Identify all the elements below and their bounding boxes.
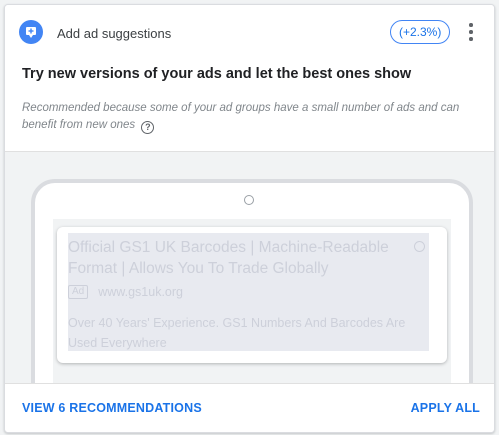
apply-all-button[interactable]: APPLY ALL <box>411 384 480 432</box>
info-icon <box>414 241 425 252</box>
ad-url-row: Ad www.gs1uk.org <box>68 283 183 301</box>
recommendation-card: Add ad suggestions (+2.3%) Try new versi… <box>4 4 495 433</box>
ad-preview-card: Official GS1 UK Barcodes | Machine-Reada… <box>57 227 447 363</box>
ad-label-badge: Ad <box>68 285 89 299</box>
reason-text: Recommended because some of your ad grou… <box>22 102 460 131</box>
phone-screen: Official GS1 UK Barcodes | Machine-Reada… <box>53 219 451 384</box>
more-vert-icon[interactable] <box>463 20 479 44</box>
card-footer: VIEW 6 RECOMMENDATIONS APPLY ALL <box>5 383 494 432</box>
ad-headline: Official GS1 UK Barcodes | Machine-Reada… <box>68 239 389 277</box>
phone-camera-icon <box>244 195 254 205</box>
view-recommendations-button[interactable]: VIEW 6 RECOMMENDATIONS <box>22 384 202 432</box>
ad-preview-content: Official GS1 UK Barcodes | Machine-Reada… <box>68 233 429 351</box>
ad-display-url: www.gs1uk.org <box>98 285 183 299</box>
phone-frame: Official GS1 UK Barcodes | Machine-Reada… <box>31 179 473 384</box>
ad-description: Over 40 Years' Experience. GS1 Numbers A… <box>68 316 406 350</box>
recommendation-type-label: Add ad suggestions <box>57 26 172 41</box>
recommendation-reason: Recommended because some of your ad grou… <box>22 100 482 134</box>
ad-preview-area: Official GS1 UK Barcodes | Machine-Reada… <box>5 151 494 384</box>
recommendation-title: Try new versions of your ads and let the… <box>22 66 412 82</box>
ad-suggestion-icon <box>19 20 43 44</box>
uplift-badge: (+2.3%) <box>390 20 451 44</box>
card-header: Add ad suggestions (+2.3%) Try new versi… <box>5 5 494 151</box>
help-circle-icon[interactable]: ? <box>141 121 155 134</box>
